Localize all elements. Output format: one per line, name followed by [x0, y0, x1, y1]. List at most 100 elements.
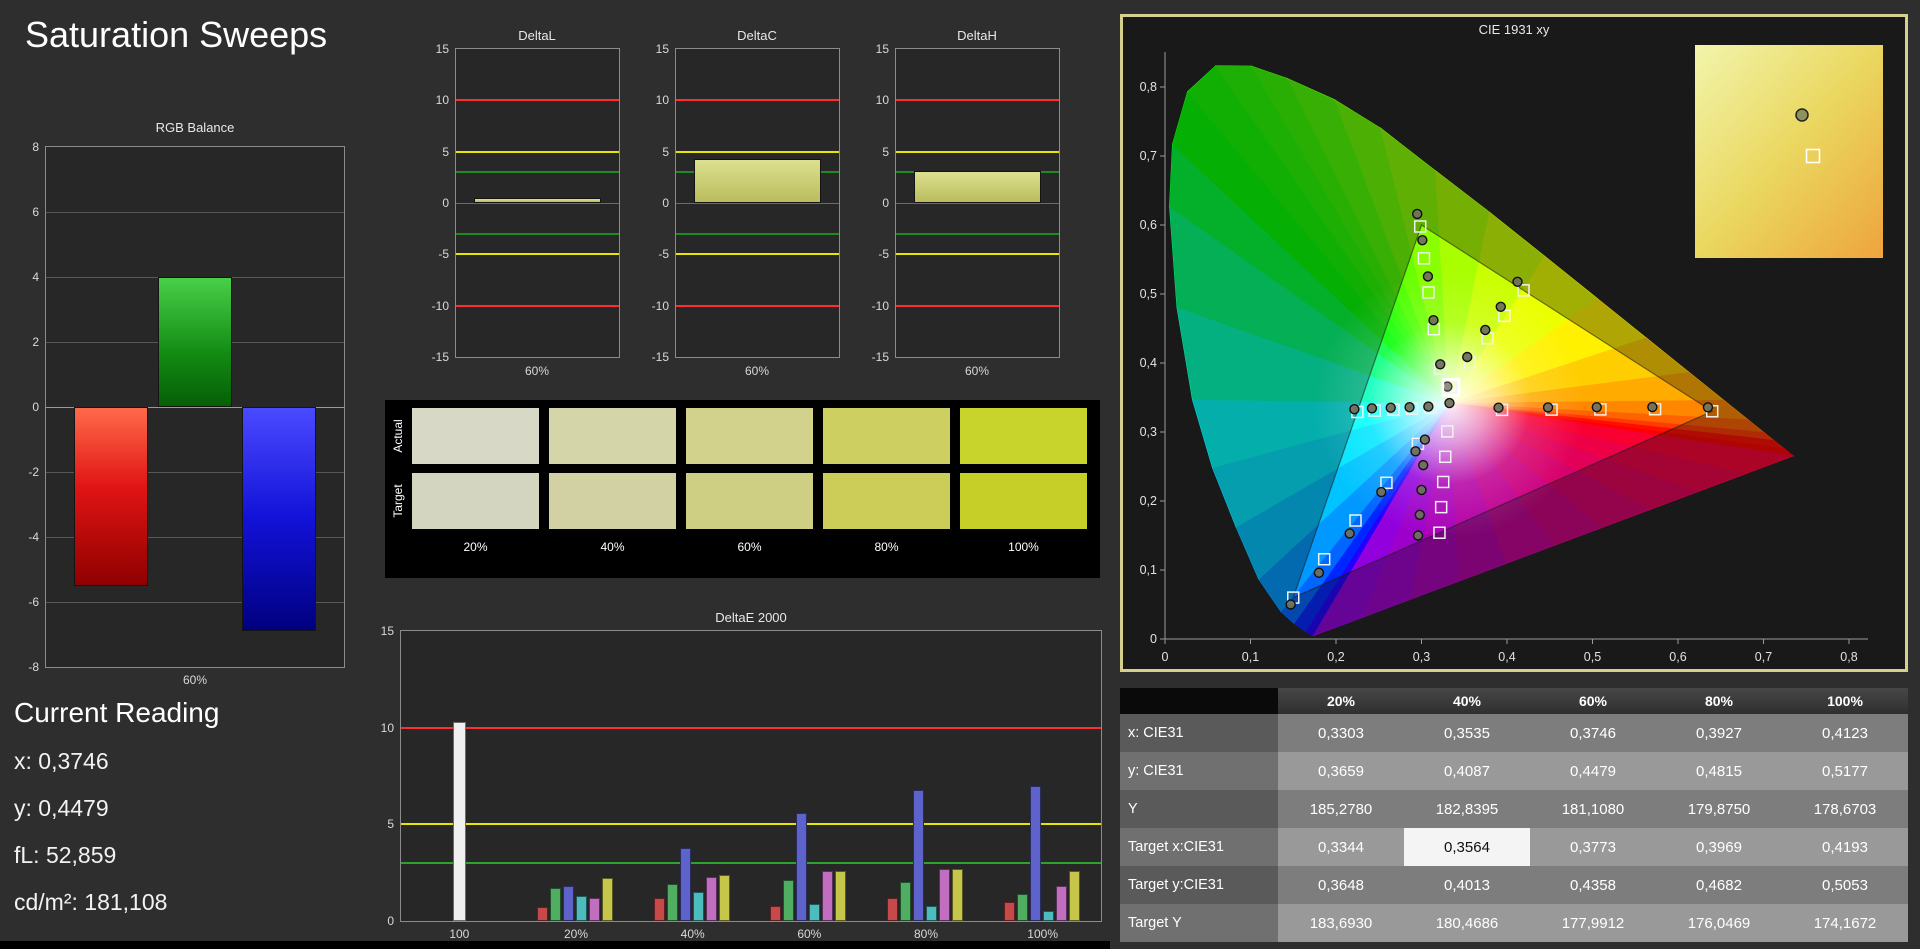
table-cell[interactable]: 176,0469: [1656, 904, 1782, 942]
y-tick-label: 4: [32, 270, 39, 284]
table-cell[interactable]: 0,4479: [1530, 752, 1656, 790]
cie-title: CIE 1931 xy: [1478, 22, 1550, 37]
measured-circle: [1376, 486, 1387, 498]
table-cell[interactable]: 177,9912: [1530, 904, 1656, 942]
y-tick-label: 0,3: [1140, 425, 1157, 439]
ref-line: [676, 253, 839, 256]
table-row-label: Target Y: [1120, 904, 1278, 942]
table-cell[interactable]: 185,2780: [1278, 790, 1404, 828]
table-cell[interactable]: 0,4815: [1656, 752, 1782, 790]
rgb-balance-xlabel: 60%: [182, 673, 208, 687]
table-row-label: Target y:CIE31: [1120, 866, 1278, 904]
y-tick-label: 0: [442, 196, 449, 210]
x-category-label: 20%: [563, 927, 589, 941]
table-cell[interactable]: 0,4013: [1404, 866, 1530, 904]
deltae-bar-blue: [563, 886, 574, 921]
table-cell[interactable]: 0,3773: [1530, 828, 1656, 866]
y-tick-label: 8: [32, 140, 39, 154]
table-cell[interactable]: 0,4358: [1530, 866, 1656, 904]
deltae-bar-cyan: [1042, 911, 1054, 921]
swatch-col-label: 40%: [600, 540, 625, 554]
y-tick-label: -4: [28, 530, 39, 544]
y-tick-label: -5: [878, 247, 889, 262]
table-cell[interactable]: 0,3303: [1278, 714, 1404, 752]
table-cell[interactable]: 178,6703: [1782, 790, 1908, 828]
table-row-label: y: CIE31: [1120, 752, 1278, 790]
deltae-bar-green: [900, 882, 911, 921]
ref-line: [456, 99, 619, 102]
table-cell[interactable]: 182,8395: [1404, 790, 1530, 828]
delta-bar: [914, 171, 1041, 203]
deltac-plot: 15 10 5 0 -5 -10 -15: [652, 42, 840, 364]
ref-line: [456, 232, 619, 235]
zero-line: [456, 203, 619, 204]
zero-line: [676, 203, 839, 204]
deltac-title: DeltaC: [737, 28, 777, 43]
deltae-bar-red: [653, 897, 665, 921]
deltae-bar-green: [1016, 893, 1028, 921]
table-cell[interactable]: 0,3648: [1278, 866, 1404, 904]
zero-line: [896, 203, 1059, 204]
table-cell[interactable]: 0,4682: [1656, 866, 1782, 904]
table-cell[interactable]: 0,4123: [1782, 714, 1908, 752]
measured-circle: [1285, 599, 1296, 610]
measured-circle: [1591, 401, 1602, 413]
table-cell[interactable]: 0,5053: [1782, 866, 1908, 904]
measured-circle: [1416, 484, 1427, 496]
deltae-bar-yellow: [1068, 870, 1080, 921]
swatch-actual-40%: [549, 408, 676, 464]
measured-circle: [1512, 276, 1523, 287]
y-tick-label: 0: [1150, 632, 1157, 646]
swatch-row-label-actual: Actual: [391, 419, 405, 453]
table-cell[interactable]: 0,3659: [1278, 752, 1404, 790]
table-cell[interactable]: 0,3564: [1404, 828, 1530, 866]
table-cell[interactable]: 0,3535: [1404, 714, 1530, 752]
table-cell[interactable]: 174,1672: [1782, 904, 1908, 942]
table-cell[interactable]: 180,4686: [1404, 904, 1530, 942]
y-tick-label: 0,7: [1140, 149, 1157, 163]
deltae-bar-magenta: [589, 897, 600, 921]
table-cell[interactable]: 179,8750: [1656, 790, 1782, 828]
y-tick-label: 5: [387, 817, 394, 832]
measured-circle: [1414, 509, 1425, 520]
delta-bar: [694, 158, 821, 203]
table-cell[interactable]: 181,1080: [1530, 790, 1656, 828]
table-cell[interactable]: 0,5177: [1782, 752, 1908, 790]
y-tick-label: 0,2: [1140, 494, 1157, 508]
table-cell[interactable]: 0,3746: [1530, 714, 1656, 752]
deltae-bar-blue: [679, 847, 691, 921]
rgb-bar-green: [158, 277, 232, 407]
table-header-cell: 20%: [1278, 688, 1404, 714]
deltae-bar-red: [537, 907, 548, 921]
table-cell[interactable]: 0,4087: [1404, 752, 1530, 790]
deltae-bar-green: [550, 888, 561, 921]
y-tick-label: 0: [882, 196, 889, 210]
y-tick-label: 0,8: [1140, 80, 1157, 94]
deltae-bar-green: [783, 880, 795, 921]
measured-circle: [1410, 446, 1421, 457]
y-tick-label: 0: [32, 400, 39, 414]
x-tick-label: 0,4: [1498, 650, 1515, 664]
ref-line: [896, 304, 1059, 307]
table-cell[interactable]: 0,4193: [1782, 828, 1908, 866]
deltae-bar-yellow: [718, 874, 730, 921]
deltae-bar-magenta: [822, 870, 834, 921]
swatch-actual-60%: [686, 408, 813, 464]
ref-line: [401, 823, 1101, 826]
x-tick-label: 0,6: [1669, 650, 1686, 664]
table-corner-cell: [1120, 688, 1278, 714]
measured-circle: [1435, 359, 1446, 370]
swatch-col-label: 100%: [1008, 540, 1039, 554]
y-tick-label: 10: [655, 93, 669, 108]
table-cell[interactable]: 0,3344: [1278, 828, 1404, 866]
swatch-actual-20%: [412, 408, 539, 464]
swatch-target-60%: [686, 473, 813, 529]
table-cell[interactable]: 183,6930: [1278, 904, 1404, 942]
rgb-bar-blue: [242, 407, 316, 632]
measured-circle: [1349, 404, 1360, 415]
x-category-label: 100: [449, 927, 470, 941]
measured-circle: [1462, 351, 1473, 363]
table-cell[interactable]: 0,3927: [1656, 714, 1782, 752]
table-cell[interactable]: 0,3969: [1656, 828, 1782, 866]
ref-line: [456, 253, 619, 256]
